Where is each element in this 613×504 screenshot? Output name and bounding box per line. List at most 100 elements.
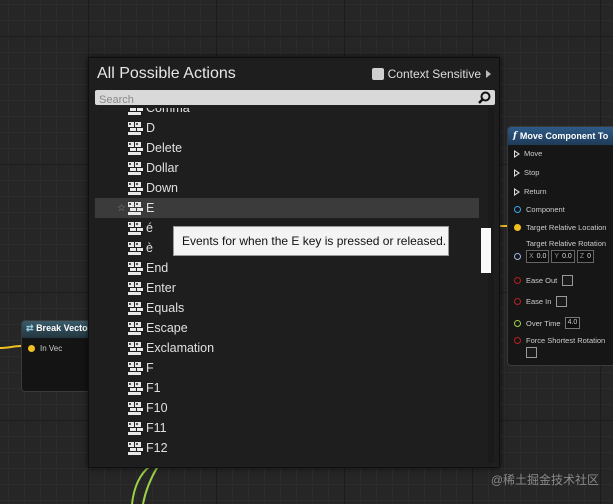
list-item[interactable]: D — [95, 118, 479, 138]
in-vec-label: In Vec — [40, 344, 63, 353]
target-rotation-pin[interactable]: Target Relative Rotation X 0.0 Y 0.0 Z0 — [514, 239, 606, 263]
list-item[interactable]: Exclamation — [95, 338, 479, 358]
list-item-label: é — [146, 221, 153, 235]
exec-pin-icon[interactable] — [514, 168, 520, 177]
action-menu-popup[interactable]: All Possible Actions Context Sensitive C… — [88, 57, 500, 468]
keyboard-key-icon — [128, 441, 143, 455]
list-item-label: è — [146, 241, 153, 255]
component-pin[interactable]: Component — [514, 205, 565, 214]
list-item[interactable]: Down — [95, 178, 479, 198]
list-item[interactable]: F — [95, 358, 479, 378]
list-item-label: F1 — [146, 381, 161, 395]
over-time-label: Over Time — [526, 318, 561, 328]
rotation-y-field[interactable]: Y 0.0 — [551, 250, 575, 263]
list-item-label: F — [146, 361, 154, 375]
exec-pin-icon[interactable] — [514, 187, 520, 196]
vector-pin-icon[interactable] — [28, 345, 35, 352]
force-shortest-label: Force Shortest Rotation — [526, 336, 606, 345]
rotation-x-field[interactable]: X 0.0 — [526, 250, 550, 263]
ease-out-label: Ease Out — [526, 276, 558, 285]
bool-pin-icon[interactable] — [514, 298, 521, 305]
float-pin-icon[interactable] — [514, 319, 521, 327]
exec-pin-icon[interactable] — [514, 149, 520, 158]
list-item[interactable]: Escape — [95, 318, 479, 338]
list-item[interactable]: Enter — [95, 278, 479, 298]
object-pin-icon[interactable] — [514, 206, 521, 213]
list-item-label: Exclamation — [146, 341, 215, 355]
ease-out-checkbox[interactable] — [562, 275, 574, 286]
move-component-node-title: Move Component To — [519, 131, 609, 141]
chevron-right-icon[interactable] — [486, 70, 491, 78]
keyboard-key-icon — [128, 121, 143, 135]
menu-title: All Possible Actions — [97, 65, 236, 82]
search-input[interactable] — [95, 93, 473, 107]
move-exec-pin[interactable]: Move — [514, 149, 542, 158]
action-list[interactable]: Comma D Delete Dollar Down ☆ E é è End Enter Equals… — [89, 108, 485, 465]
keyboard-key-icon — [128, 141, 143, 155]
tooltip: Events for when the E key is pressed or … — [173, 226, 449, 256]
rotation-fields: X 0.0 Y 0.0 Z0 — [526, 250, 606, 263]
ease-in-pin[interactable]: Ease In — [514, 296, 568, 307]
keyboard-key-icon — [128, 341, 143, 355]
function-icon: f — [513, 131, 517, 141]
bool-pin-icon[interactable] — [514, 277, 521, 284]
keyboard-key-icon — [128, 261, 143, 275]
list-item-label: F12 — [146, 441, 168, 455]
target-location-label: Target Relative Location — [526, 223, 607, 232]
list-item[interactable]: F11 — [95, 418, 479, 438]
over-time-field[interactable]: 4.0 — [564, 317, 581, 329]
over-time-pin[interactable]: Over Time 4.0 — [514, 317, 581, 329]
list-item-label: End — [146, 261, 169, 275]
list-item[interactable]: Equals — [95, 298, 479, 318]
scroll-thumb[interactable] — [481, 228, 491, 273]
break-vector-node-title: Break Vecto — [36, 323, 88, 333]
search-icon[interactable] — [478, 91, 491, 104]
keyboard-key-icon — [128, 301, 143, 315]
keyboard-key-icon — [128, 221, 143, 235]
move-component-node-header[interactable]: f Move Component To — [508, 127, 613, 145]
target-location-pin[interactable]: Target Relative Location — [514, 223, 606, 232]
move-pin-label: Move — [524, 149, 543, 158]
list-item[interactable]: F12 — [95, 438, 479, 458]
vector-pin-icon[interactable] — [514, 224, 521, 231]
list-item-label: F10 — [146, 401, 168, 415]
list-item[interactable]: F10 — [95, 398, 479, 418]
context-sensitive-checkbox[interactable] — [371, 68, 384, 80]
list-item[interactable]: Dollar — [95, 158, 479, 178]
list-item[interactable]: End — [95, 258, 479, 278]
ease-out-pin[interactable]: Ease Out — [514, 275, 574, 286]
list-item-label: Enter — [146, 281, 176, 295]
search-box[interactable] — [95, 90, 495, 107]
rotator-pin-icon[interactable] — [514, 252, 521, 260]
keyboard-key-icon — [128, 321, 143, 335]
keyboard-key-icon — [128, 421, 143, 435]
keyboard-key-icon — [128, 201, 143, 215]
context-sensitive-toggle[interactable]: Context Sensitive — [371, 67, 491, 81]
list-item-label: Equals — [146, 301, 185, 315]
list-item[interactable]: F1 — [95, 378, 479, 398]
list-item[interactable]: ☆ E — [95, 198, 479, 218]
star-icon[interactable]: ☆ — [117, 203, 126, 214]
keyboard-key-icon — [128, 108, 143, 115]
move-component-node[interactable]: f Move Component To Move Stop Return Com… — [507, 126, 613, 366]
scrollbar[interactable] — [488, 108, 494, 463]
keyboard-key-icon — [128, 381, 143, 395]
stop-exec-pin[interactable]: Stop — [514, 168, 539, 177]
list-item[interactable]: Comma — [95, 108, 479, 118]
force-shortest-pin[interactable]: Force Shortest Rotation — [514, 336, 605, 360]
list-item-label: Dollar — [146, 161, 179, 175]
keyboard-key-icon — [128, 181, 143, 195]
component-pin-label: Component — [526, 205, 565, 214]
bool-pin-icon[interactable] — [514, 337, 521, 344]
struct-icon: ⇄ — [26, 323, 34, 333]
return-pin-label: Return — [524, 187, 547, 196]
ease-in-checkbox[interactable] — [556, 296, 568, 307]
rotation-z-field[interactable]: Z0 — [576, 250, 594, 263]
list-item-label: D — [146, 121, 156, 135]
return-exec-pin[interactable]: Return — [514, 187, 547, 196]
target-rotation-label: Target Relative Rotation — [526, 239, 607, 248]
stop-pin-label: Stop — [524, 168, 540, 177]
keyboard-key-icon — [128, 401, 143, 415]
list-item[interactable]: Delete — [95, 138, 479, 158]
force-shortest-checkbox[interactable] — [526, 347, 537, 358]
